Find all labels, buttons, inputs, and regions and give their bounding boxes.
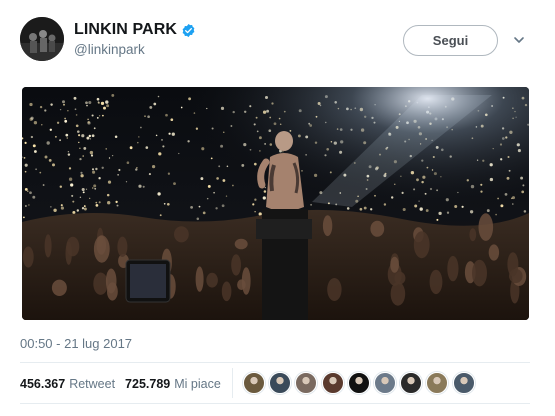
liker-avatar[interactable] bbox=[269, 372, 292, 394]
crowd-hand bbox=[472, 259, 487, 287]
crowd-hand bbox=[241, 267, 251, 295]
concert-photo bbox=[22, 87, 529, 320]
crowd-hand bbox=[93, 235, 110, 263]
crowd-hand bbox=[394, 271, 406, 285]
crowd-hand bbox=[327, 278, 342, 301]
crowd-hand bbox=[429, 269, 443, 295]
tweet-timestamp[interactable]: 00:50 - 21 lug 2017 bbox=[20, 336, 132, 351]
liker-avatar[interactable] bbox=[295, 372, 318, 394]
account-avatar[interactable] bbox=[20, 17, 64, 61]
liker-avatar[interactable] bbox=[373, 372, 396, 394]
likes-count: 725.789 bbox=[125, 377, 171, 391]
crowd-hand bbox=[390, 256, 399, 273]
name-row[interactable]: LINKIN PARK bbox=[74, 20, 196, 40]
crowd-hand bbox=[22, 246, 34, 268]
crowd-hand bbox=[117, 236, 128, 257]
crowd-hand bbox=[206, 272, 218, 288]
likes-stat[interactable]: 725.789 Mi piace bbox=[125, 377, 221, 391]
crowd-hand bbox=[370, 220, 385, 237]
crowd-hand bbox=[66, 236, 80, 257]
retweets-count: 456.367 bbox=[20, 377, 66, 391]
account-handle[interactable]: @linkinpark bbox=[74, 42, 145, 57]
liker-avatar[interactable] bbox=[321, 372, 344, 394]
likers-separator bbox=[232, 368, 233, 398]
crowd-hand bbox=[509, 268, 523, 284]
likers-avatars bbox=[243, 372, 479, 394]
crowd-hand bbox=[234, 238, 248, 250]
chevron-down-icon[interactable] bbox=[512, 33, 526, 47]
tweet-photo[interactable] bbox=[22, 87, 529, 320]
avatar-image bbox=[20, 17, 64, 61]
crowd-hand bbox=[105, 268, 117, 294]
crowd-hand bbox=[195, 266, 204, 292]
tweet-card: LINKIN PARK @linkinpark Segui 00:50 - 21… bbox=[0, 0, 555, 416]
crowd-hand bbox=[478, 213, 494, 241]
divider bbox=[20, 362, 530, 363]
crowd-hand bbox=[93, 272, 108, 295]
display-name[interactable]: LINKIN PARK bbox=[74, 21, 177, 39]
crowd-hand bbox=[174, 226, 189, 243]
tweet-stats: 456.367 Retweet 725.789 Mi piace bbox=[20, 376, 221, 392]
retweets-label: Retweet bbox=[69, 377, 116, 391]
liker-avatar[interactable] bbox=[400, 372, 423, 394]
crowd-hand bbox=[221, 281, 232, 302]
liker-avatar[interactable] bbox=[243, 372, 265, 394]
crowd-hand bbox=[413, 231, 430, 259]
crowd-hand bbox=[231, 254, 242, 276]
crowd-hand bbox=[469, 228, 477, 242]
crowd-hand bbox=[51, 279, 67, 296]
liker-avatar[interactable] bbox=[452, 372, 475, 394]
crowd-hand bbox=[44, 234, 52, 258]
likes-label: Mi piace bbox=[174, 377, 221, 391]
divider bbox=[20, 403, 530, 404]
crowd-hand bbox=[447, 255, 459, 282]
crowd-hand bbox=[390, 281, 406, 306]
liker-avatar[interactable] bbox=[426, 372, 449, 394]
retweets-stat[interactable]: 456.367 Retweet bbox=[20, 377, 115, 391]
liker-avatar[interactable] bbox=[347, 372, 370, 394]
crowd-hand bbox=[488, 244, 500, 261]
follow-button[interactable]: Segui bbox=[403, 25, 498, 56]
crowd-hand bbox=[322, 215, 333, 237]
verified-badge-icon bbox=[181, 23, 196, 38]
